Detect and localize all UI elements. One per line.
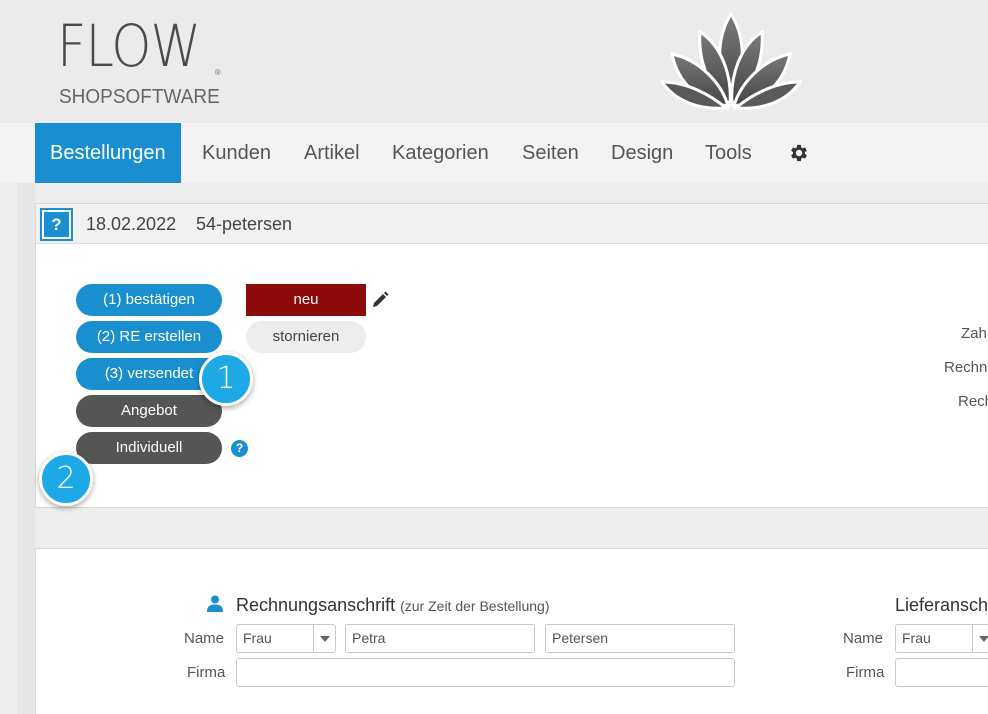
nav-item-kunden[interactable]: Kunden <box>202 123 271 183</box>
user-icon <box>207 595 223 612</box>
shipping-salutation-select[interactable]: Frau <box>895 624 988 653</box>
question-icon: ? <box>44 212 69 237</box>
billing-title: Rechnungsanschrift (zur Zeit der Bestell… <box>236 595 550 616</box>
quote-button[interactable]: Angebot <box>76 395 222 427</box>
shipping-company-label: Firma <box>846 664 885 681</box>
nav-item-design[interactable]: Design <box>611 123 673 183</box>
order-panel: ? 18.02.2022 54-petersen (1) bestätigen … <box>35 203 988 508</box>
shipping-salutation-value: Frau <box>902 630 931 646</box>
billing-firstname-input[interactable]: Petra <box>345 624 535 653</box>
billing-salutation-select[interactable]: Frau <box>236 624 336 653</box>
left-border <box>17 183 35 714</box>
chevron-down-icon <box>313 625 335 652</box>
gear-icon[interactable] <box>788 142 810 164</box>
callout-1: 1 <box>199 352 253 406</box>
confirm-button[interactable]: (1) bestätigen <box>76 284 222 316</box>
callout-2: 2 <box>39 452 93 506</box>
chevron-down-icon <box>972 625 988 652</box>
lotus-icon <box>660 11 802 110</box>
nav-item-seiten[interactable]: Seiten <box>522 123 579 183</box>
billing-lastname-input[interactable]: Petersen <box>545 624 735 653</box>
invoice-label: Rechn <box>944 359 988 376</box>
nav-item-kategorien[interactable]: Kategorien <box>392 123 489 183</box>
nav-item-tools[interactable]: Tools <box>705 123 752 183</box>
payment-label: Zah <box>961 325 987 342</box>
help-button[interactable]: ? <box>40 208 73 241</box>
order-customer: 54-petersen <box>196 214 293 234</box>
app-header: FLOW ® SHOPSOFTWARE <box>0 0 988 123</box>
cancel-order-button[interactable]: stornieren <box>246 321 366 353</box>
brand-name: FLOW <box>57 12 201 80</box>
invoice-label-2: Rech <box>958 393 988 410</box>
billing-salutation-value: Frau <box>243 630 272 646</box>
registered-mark: ® <box>215 68 221 77</box>
shipping-title: Lieferansch <box>895 595 988 615</box>
create-invoice-button[interactable]: (2) RE erstellen <box>76 321 222 353</box>
brand-logo[interactable]: FLOW ® SHOPSOFTWARE <box>57 12 221 108</box>
billing-name-label: Name <box>184 630 225 647</box>
billing-company-label: Firma <box>187 664 226 681</box>
address-panel: Rechnungsanschrift (zur Zeit der Bestell… <box>35 548 988 714</box>
billing-subtitle: (zur Zeit der Bestellung) <box>400 598 550 614</box>
individual-help-icon[interactable]: ? <box>231 440 248 457</box>
brand-subtitle: SHOPSOFTWARE <box>59 86 220 108</box>
nav-item-artikel[interactable]: Artikel <box>304 123 360 183</box>
billing-title-text: Rechnungsanschrift <box>236 595 396 615</box>
billing-company-input[interactable] <box>236 658 735 687</box>
individual-button[interactable]: Individuell <box>76 432 222 464</box>
shipping-company-input[interactable] <box>895 658 988 687</box>
order-header: ? 18.02.2022 54-petersen <box>36 204 988 244</box>
main-nav: Bestellungen Kunden Artikel Kategorien S… <box>0 123 988 183</box>
status-badge: neu <box>246 284 366 316</box>
pencil-icon[interactable] <box>371 291 389 309</box>
nav-item-bestellungen[interactable]: Bestellungen <box>35 123 181 183</box>
order-date: 18.02.2022 <box>86 214 177 234</box>
shipping-name-label: Name <box>843 630 884 647</box>
